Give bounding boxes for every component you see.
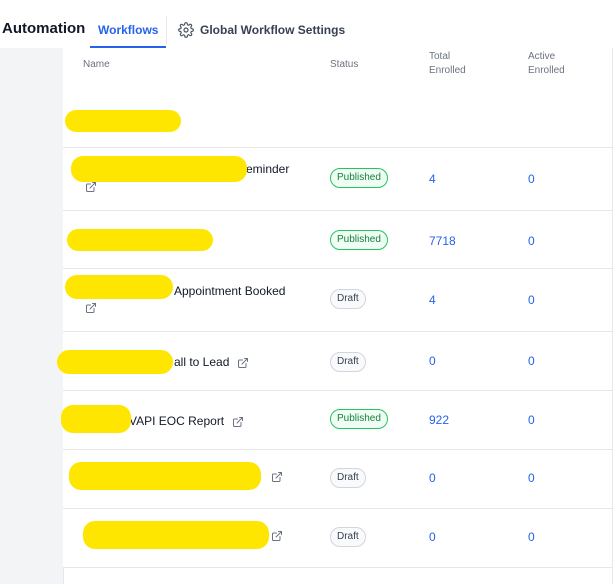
status-badge: Published: [330, 168, 388, 188]
workflow-name-link[interactable]: eminder: [246, 161, 289, 177]
status-badge: Draft: [330, 352, 366, 372]
table-row[interactable]: Draft 0 0: [63, 450, 613, 509]
total-enrolled-link[interactable]: 0: [429, 530, 436, 544]
tab-settings-label: Global Workflow Settings: [200, 23, 346, 37]
external-link-icon[interactable]: [271, 471, 283, 483]
redaction-mark: [71, 156, 247, 182]
external-link-icon[interactable]: [271, 530, 283, 542]
column-header-active-line1: Active: [528, 51, 556, 62]
table-row[interactable]: all to Lead Draft 0 0: [57, 332, 613, 391]
total-enrolled-link[interactable]: 4: [429, 293, 436, 307]
table-row[interactable]: [63, 90, 613, 148]
redaction-mark: [57, 350, 173, 374]
table-row[interactable]: Appointment Booked Draft 4 0: [63, 269, 613, 332]
top-bar: Automation Workflows Global Workflow Set…: [0, 0, 613, 49]
redaction-mark: [67, 229, 213, 251]
status-badge: Draft: [330, 527, 366, 547]
status-badge: Draft: [330, 468, 366, 488]
total-enrolled-link[interactable]: 0: [429, 354, 436, 368]
workflows-table: Name Status Total Enrolled Active Enroll…: [57, 48, 613, 584]
total-enrolled-link[interactable]: 7718: [429, 234, 456, 248]
workflow-name-link[interactable]: VAPI EOC Report: [129, 413, 244, 429]
redaction-mark: [69, 462, 261, 490]
external-link-icon[interactable]: [232, 416, 244, 428]
redaction-mark: [65, 110, 181, 132]
redaction-mark: [83, 521, 269, 549]
total-enrolled-link[interactable]: 922: [429, 413, 449, 427]
external-link-icon[interactable]: [85, 302, 97, 314]
redaction-mark: [61, 405, 131, 433]
tab-workflows-label: Workflows: [98, 23, 159, 37]
external-link-icon[interactable]: [237, 357, 249, 369]
active-enrolled-link[interactable]: 0: [528, 530, 535, 544]
column-header-total-line1: Total: [429, 51, 451, 62]
external-link-icon[interactable]: [85, 181, 97, 193]
workflow-name-link[interactable]: all to Lead: [174, 354, 249, 370]
gear-icon: [178, 22, 194, 38]
active-enrolled-link[interactable]: 0: [528, 471, 535, 485]
tab-global-workflow-settings[interactable]: Global Workflow Settings: [178, 14, 345, 46]
table-row[interactable]: Published 7718 0: [63, 211, 613, 269]
workflow-name-text: all to Lead: [174, 355, 230, 369]
total-enrolled-link[interactable]: 0: [429, 471, 436, 485]
status-badge: Published: [330, 409, 388, 429]
tab-divider: [166, 16, 167, 44]
active-enrolled-link[interactable]: 0: [528, 234, 535, 248]
status-badge: Published: [330, 230, 388, 250]
table-row[interactable]: VAPI EOC Report Published 922 0: [61, 391, 613, 450]
workflow-name-link[interactable]: Appointment Booked: [174, 283, 285, 299]
active-enrolled-link[interactable]: 0: [528, 413, 535, 427]
column-header-status[interactable]: Status: [330, 58, 358, 72]
total-enrolled-link[interactable]: 4: [429, 172, 436, 186]
column-header-active-enrolled[interactable]: Active Enrolled: [528, 50, 565, 78]
active-enrolled-link[interactable]: 0: [528, 354, 535, 368]
tab-workflows[interactable]: Workflows: [90, 14, 167, 48]
status-badge: Draft: [330, 289, 366, 309]
column-header-total-line2: Enrolled: [429, 65, 466, 76]
active-enrolled-link[interactable]: 0: [528, 172, 535, 186]
app-title: Automation: [2, 20, 86, 37]
left-panel: [0, 48, 64, 584]
column-header-active-line2: Enrolled: [528, 65, 565, 76]
table-row[interactable]: eminder Published 4 0: [63, 148, 613, 211]
table-row[interactable]: Draft 0 0: [63, 509, 613, 568]
column-header-total-enrolled[interactable]: Total Enrolled: [429, 50, 466, 78]
table-header: Name Status Total Enrolled Active Enroll…: [63, 48, 613, 91]
redaction-mark: [65, 275, 173, 299]
active-enrolled-link[interactable]: 0: [528, 293, 535, 307]
column-header-name[interactable]: Name: [83, 58, 110, 72]
workflow-name-text: VAPI EOC Report: [129, 414, 225, 428]
